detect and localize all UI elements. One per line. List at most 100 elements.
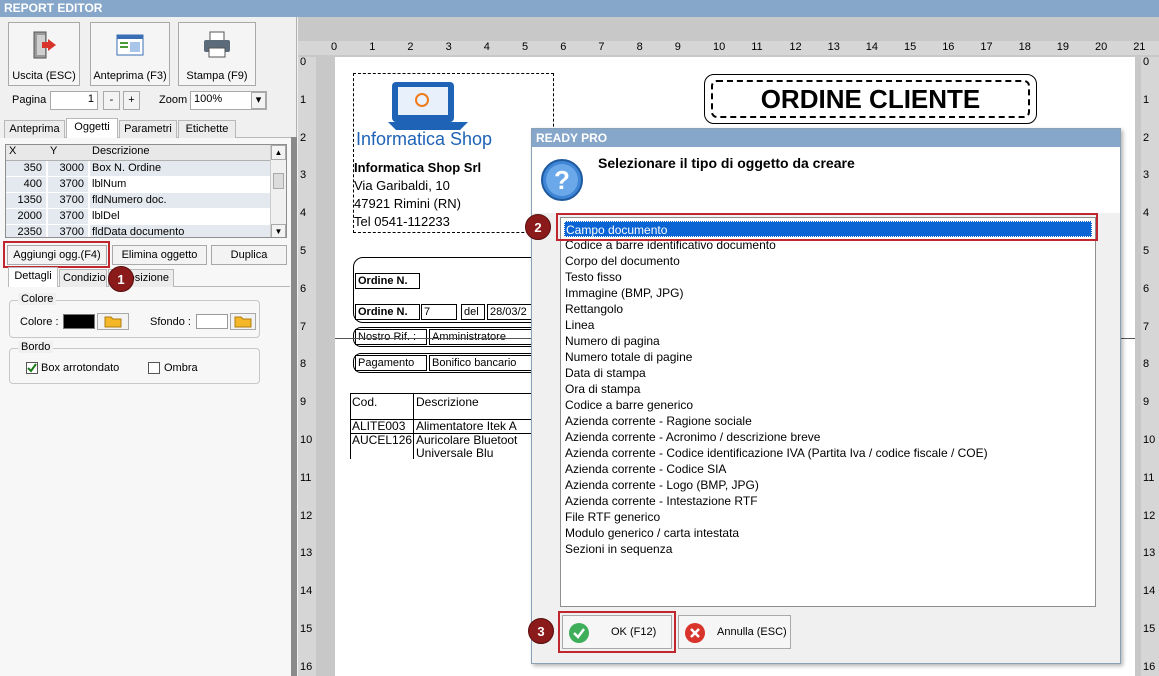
exit-button[interactable]: Uscita (ESC) <box>8 22 80 86</box>
grid-scrollbar[interactable]: ▲ ▼ <box>270 145 286 237</box>
preview-icon <box>116 34 144 56</box>
ruler-tick-label: 6 <box>560 41 567 53</box>
tab-etichette[interactable]: Etichette <box>178 120 236 138</box>
list-item[interactable]: Immagine (BMP, JPG) <box>564 285 1092 301</box>
printer-icon <box>204 31 230 58</box>
order-number-field[interactable]: 7 <box>421 304 457 320</box>
panel-splitter[interactable] <box>291 137 297 676</box>
table-row[interactable]: 1350 3700 fldNumero doc. <box>6 193 271 209</box>
computer-logo-icon <box>388 82 468 130</box>
list-item[interactable]: Numero totale di pagine <box>564 349 1092 365</box>
exit-button-label: Uscita (ESC) <box>12 70 76 82</box>
list-item[interactable]: Codice a barre generico <box>564 397 1092 413</box>
cancel-button[interactable]: Annulla (ESC) <box>678 615 791 649</box>
scroll-down-icon[interactable]: ▼ <box>271 224 286 237</box>
rounded-box-label: Box arrotondato <box>41 362 120 374</box>
ruler-tick-label: 1 <box>1143 93 1150 106</box>
background-swatch[interactable] <box>196 314 228 329</box>
ruler-tick-label: 11 <box>300 471 312 484</box>
title-box[interactable]: ORDINE CLIENTE <box>704 74 1037 124</box>
preview-button[interactable]: Anteprima (F3) <box>90 22 170 86</box>
row1-code: ALITE003 <box>352 419 406 433</box>
list-item[interactable]: Numero di pagina <box>564 333 1092 349</box>
shadow-checkbox[interactable] <box>148 362 160 374</box>
reference-label[interactable]: Nostro Rif. : <box>355 329 427 345</box>
payment-label[interactable]: Pagamento <box>355 355 427 371</box>
ruler-tick-label: 13 <box>1143 547 1156 560</box>
rounded-box-checkbox[interactable] <box>26 362 38 374</box>
payment-field[interactable]: Bonifico bancario <box>429 355 539 371</box>
duplicate-button[interactable]: Duplica <box>211 245 287 265</box>
cell-desc: Box N. Ordine <box>90 161 270 176</box>
page-minus-button[interactable]: - <box>103 91 120 110</box>
page-plus-button[interactable]: + <box>123 91 140 110</box>
cell-desc: lblNum <box>90 177 270 192</box>
list-item[interactable]: Modulo generico / carta intestata <box>564 525 1092 541</box>
ruler-tick-label: 5 <box>1143 245 1150 257</box>
company-phone: Tel 0541-112233 <box>354 214 450 229</box>
tab-dettagli[interactable]: Dettagli <box>8 267 58 287</box>
zoom-select[interactable]: 100% ▾ <box>190 91 267 110</box>
tab-condizioni[interactable]: Condizio <box>59 269 107 287</box>
table-row[interactable]: 2350 3700 fldData documento <box>6 225 271 237</box>
order-number-label-1[interactable]: Ordine N. <box>355 273 420 289</box>
color-swatch[interactable] <box>63 314 95 329</box>
logo-box[interactable]: Informatica Shop Informatica Shop Srl Vi… <box>353 73 554 233</box>
list-item[interactable]: Linea <box>564 317 1092 333</box>
list-item[interactable]: Data di stampa <box>564 365 1092 381</box>
list-item[interactable]: Sezioni in sequenza <box>564 541 1092 557</box>
background-folder-button[interactable] <box>230 313 256 330</box>
tab-parametri[interactable]: Parametri <box>119 120 177 138</box>
body-table-col-line <box>413 393 414 459</box>
ruler-tick-label: 0 <box>300 56 307 68</box>
del-label[interactable]: del <box>461 304 485 320</box>
ruler-tick-label: 0 <box>331 41 338 53</box>
checkmark-icon <box>27 363 37 373</box>
ruler-tick-label: 15 <box>904 41 917 53</box>
ruler-tick-label: 3 <box>300 169 307 182</box>
ruler-tick-label: 7 <box>300 320 307 333</box>
color-folder-button[interactable] <box>97 313 129 330</box>
tab-oggetti[interactable]: Oggetti <box>66 118 118 138</box>
table-row[interactable]: 2000 3700 lblDel <box>6 209 271 225</box>
ruler-tick-label: 9 <box>674 41 681 53</box>
reference-field[interactable]: Amministratore <box>429 329 539 345</box>
col-description-header: Descrizione <box>416 395 479 409</box>
ruler-tick-label: 9 <box>300 396 307 409</box>
company-address-2: 47921 Rimini (RN) <box>354 196 461 211</box>
order-date-field[interactable]: 28/03/2 <box>487 304 537 320</box>
tab-anteprima[interactable]: Anteprima <box>4 120 65 138</box>
chevron-down-icon[interactable]: ▾ <box>251 92 266 109</box>
list-item[interactable]: Rettangolo <box>564 301 1092 317</box>
scroll-thumb[interactable] <box>273 173 284 189</box>
window-title: REPORT EDITOR <box>0 0 1159 17</box>
objects-grid[interactable]: X Y Descrizione 350 3000 Box N. Ordine 4… <box>5 144 287 238</box>
scroll-up-icon[interactable]: ▲ <box>271 145 286 160</box>
list-item[interactable]: Ora di stampa <box>564 381 1092 397</box>
cell-y: 3700 <box>48 225 88 237</box>
object-type-list[interactable]: Campo documento Codice a barre identifica… <box>560 217 1096 607</box>
ruler-tick-label: 12 <box>1143 509 1156 522</box>
table-row[interactable]: 350 3000 Box N. Ordine <box>6 161 271 177</box>
delete-object-button[interactable]: Elimina oggetto <box>112 245 207 265</box>
order-number-label-2[interactable]: Ordine N. <box>355 304 420 320</box>
zoom-value: 100% <box>194 93 223 105</box>
page-input[interactable]: 1 <box>50 91 98 110</box>
list-item[interactable]: Azienda corrente - Logo (BMP, JPG) <box>564 477 1092 493</box>
cell-desc: fldData documento <box>90 225 270 237</box>
folder-icon <box>234 316 252 328</box>
print-button[interactable]: Stampa (F9) <box>178 22 256 86</box>
table-row[interactable]: 400 3700 lblNum <box>6 177 271 193</box>
list-item[interactable]: Testo fisso <box>564 269 1092 285</box>
detail-tabs: Dettagli Condizio osizione <box>8 267 290 287</box>
list-item[interactable]: Azienda corrente - Acronimo / descrizion… <box>564 429 1092 445</box>
list-item[interactable]: Azienda corrente - Codice SIA <box>564 461 1092 477</box>
list-item[interactable]: Azienda corrente - Ragione sociale <box>564 413 1092 429</box>
list-item[interactable]: Azienda corrente - Intestazione RTF <box>564 493 1092 509</box>
list-item[interactable]: Corpo del documento <box>564 253 1092 269</box>
cell-y: 3700 <box>48 193 88 208</box>
list-item[interactable]: Azienda corrente - Codice identificazion… <box>564 445 1092 461</box>
ruler-tick-label: 2 <box>407 41 414 53</box>
list-item[interactable]: File RTF generico <box>564 509 1092 525</box>
report-title: ORDINE CLIENTE <box>711 80 1030 118</box>
